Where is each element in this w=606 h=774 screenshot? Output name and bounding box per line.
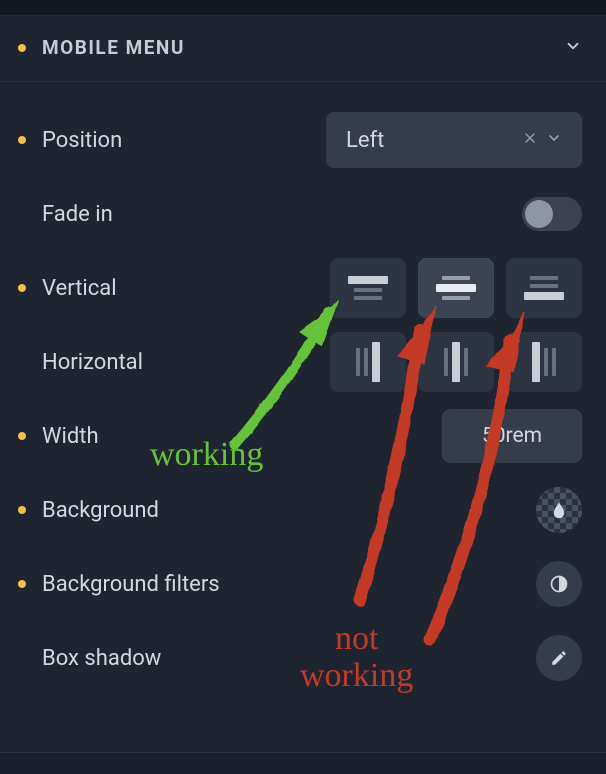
align-right-icon xyxy=(532,342,556,382)
contrast-icon xyxy=(549,574,569,594)
modified-dot-icon xyxy=(18,44,26,52)
modified-dot-icon xyxy=(18,284,26,292)
row-background: Background xyxy=(18,478,582,542)
align-top-icon xyxy=(348,276,388,300)
chevron-down-icon xyxy=(564,37,582,59)
row-position: Position Left xyxy=(18,108,582,172)
row-width: Width 50rem xyxy=(18,404,582,468)
position-value: Left xyxy=(346,128,518,153)
bottom-strip xyxy=(0,752,606,774)
background-filters-label: Background filters xyxy=(42,572,536,597)
align-bottom-icon xyxy=(524,276,564,300)
align-top-button[interactable] xyxy=(330,258,406,318)
horizontal-align-group xyxy=(330,332,582,392)
align-bottom-button[interactable] xyxy=(506,258,582,318)
modified-dot-icon xyxy=(18,136,26,144)
panel-title: Mobile Menu xyxy=(42,36,564,59)
pencil-icon xyxy=(550,649,568,667)
align-right-button[interactable] xyxy=(506,332,582,392)
droplet-icon xyxy=(550,501,568,519)
width-label: Width xyxy=(42,424,442,449)
align-left-icon xyxy=(356,342,380,382)
horizontal-label: Horizontal xyxy=(42,350,330,375)
modified-dot-icon xyxy=(18,506,26,514)
width-input[interactable]: 50rem xyxy=(442,409,582,463)
spacer xyxy=(18,358,26,366)
align-middle-icon xyxy=(436,276,476,300)
panel-body: Position Left Fade in Vertical xyxy=(0,82,606,710)
panel-header[interactable]: Mobile Menu xyxy=(0,14,606,82)
row-horizontal: Horizontal xyxy=(18,330,582,394)
box-shadow-label: Box shadow xyxy=(42,646,536,671)
mobile-menu-panel: Mobile Menu Position Left Fade in xyxy=(0,14,606,710)
modified-dot-icon xyxy=(18,580,26,588)
align-center-icon xyxy=(444,342,468,382)
box-shadow-button[interactable] xyxy=(536,635,582,681)
background-color-button[interactable] xyxy=(536,487,582,533)
background-label: Background xyxy=(42,498,536,523)
position-select[interactable]: Left xyxy=(326,112,582,168)
clear-icon[interactable] xyxy=(518,130,542,150)
chevron-down-icon[interactable] xyxy=(542,130,566,150)
modified-dot-icon xyxy=(18,432,26,440)
vertical-label: Vertical xyxy=(42,276,330,301)
background-filters-button[interactable] xyxy=(536,561,582,607)
row-box-shadow: Box shadow xyxy=(18,626,582,690)
position-label: Position xyxy=(42,128,326,153)
row-vertical: Vertical xyxy=(18,256,582,320)
fade-in-label: Fade in xyxy=(42,202,522,227)
spacer xyxy=(18,654,26,662)
row-fade-in: Fade in xyxy=(18,182,582,246)
fade-in-toggle[interactable] xyxy=(522,197,582,231)
align-center-button[interactable] xyxy=(418,332,494,392)
align-left-button[interactable] xyxy=(330,332,406,392)
width-value: 50rem xyxy=(482,424,542,448)
toggle-knob xyxy=(525,200,553,228)
row-background-filters: Background filters xyxy=(18,552,582,616)
align-middle-button[interactable] xyxy=(418,258,494,318)
top-strip xyxy=(0,0,606,14)
spacer xyxy=(18,210,26,218)
vertical-align-group xyxy=(330,258,582,318)
